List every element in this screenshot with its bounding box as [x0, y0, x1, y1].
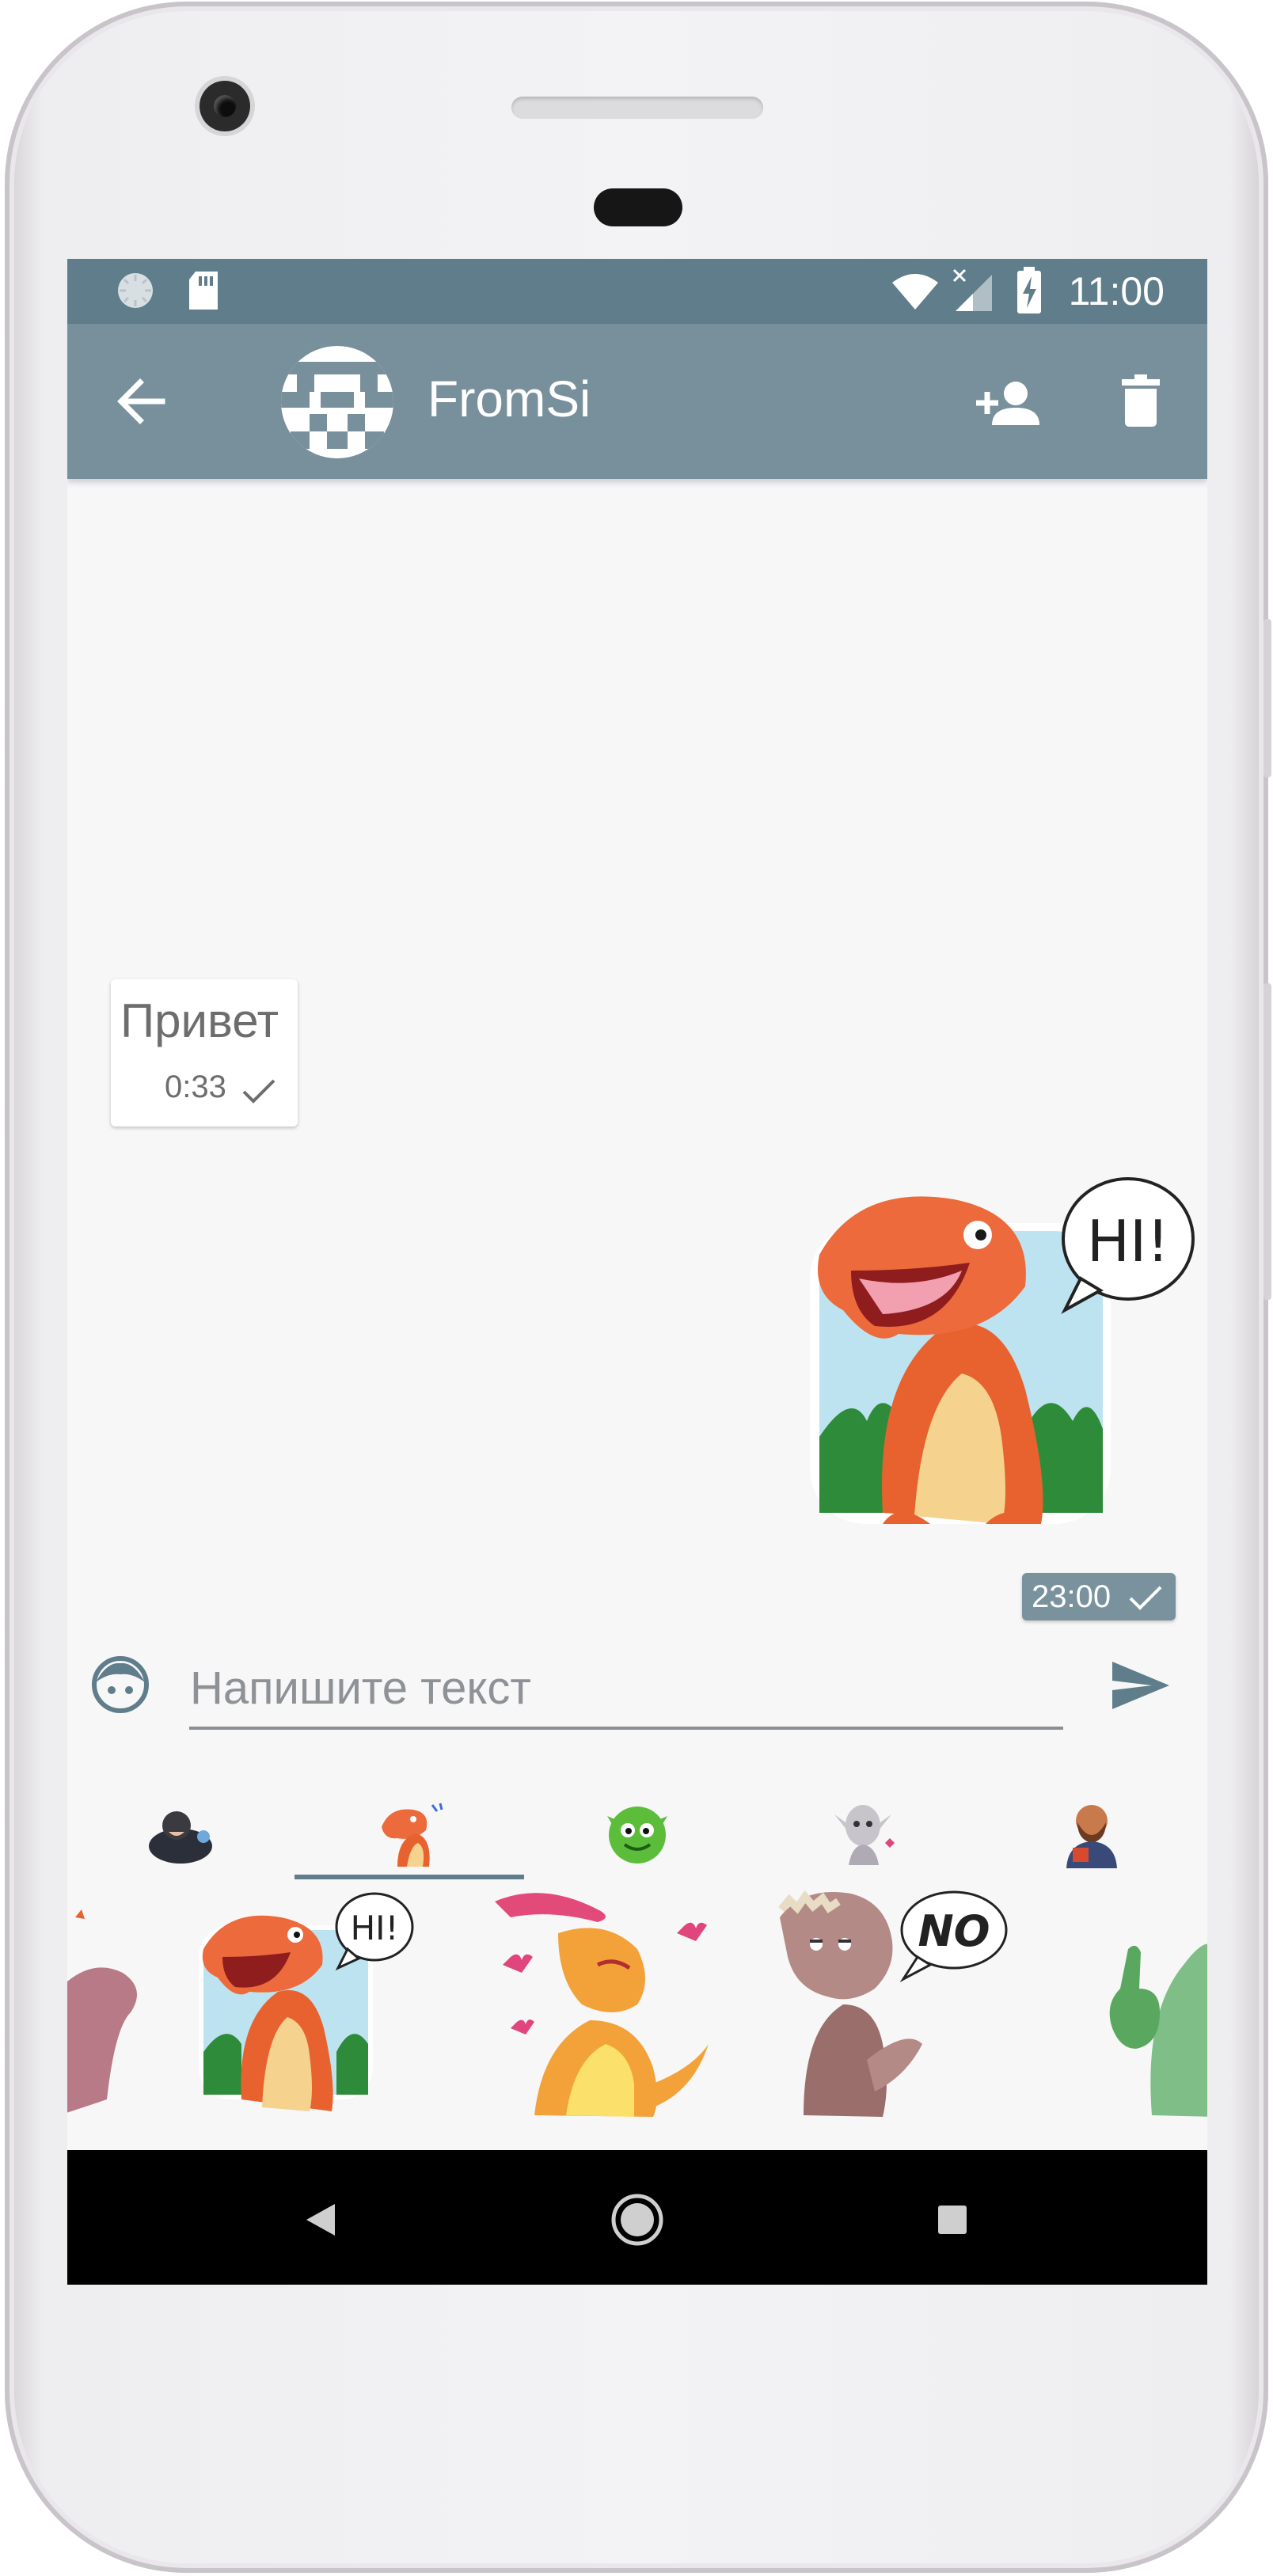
- chat-title: FromSi: [428, 370, 591, 427]
- message-input[interactable]: [190, 1660, 1061, 1715]
- sticker-tab-1[interactable]: [67, 1775, 297, 1878]
- sticker-pack-bearded-man-icon: [1066, 1805, 1117, 1868]
- sticker-tab-2[interactable]: [294, 1775, 524, 1878]
- sticker-caption: HI!: [351, 1909, 399, 1947]
- sticker-pack-dino-icon: [382, 1803, 443, 1867]
- wifi-icon: [892, 274, 938, 310]
- outgoing-time-badge: 23:00: [1022, 1573, 1176, 1620]
- outgoing-dino-hi-sticker[interactable]: HI!: [788, 1152, 1199, 1563]
- read-check-icon: [1129, 1586, 1162, 1610]
- send-icon[interactable]: [1111, 1660, 1171, 1711]
- sticker-pack-dark-character-icon: [149, 1811, 212, 1864]
- sticker-tab-3[interactable]: [522, 1775, 751, 1878]
- back-arrow-icon[interactable]: [116, 378, 165, 425]
- dino-love-sticker[interactable]: [479, 1886, 732, 2123]
- emoji-sticker-toggle-icon[interactable]: [91, 1655, 150, 1714]
- read-check-icon: [242, 1079, 276, 1104]
- phone-frame: 11:00 FromSi Привет 0:33 HI! 23:00 Напиш…: [5, 2, 1271, 2573]
- navigation-bar: [67, 2150, 1207, 2285]
- sticker-tab-4[interactable]: [749, 1775, 978, 1878]
- sd-card-icon: [189, 272, 218, 310]
- sticker-caption: HI!: [1087, 1208, 1169, 1275]
- back-nav-icon[interactable]: [305, 2202, 336, 2237]
- input-underline: [189, 1727, 1063, 1730]
- home-nav-icon[interactable]: [610, 2193, 664, 2247]
- add-contact-icon[interactable]: [976, 379, 1039, 427]
- signal-icon: [952, 268, 992, 311]
- message-text: Привет: [120, 994, 279, 1047]
- dino-partial-sticker[interactable]: [67, 1894, 146, 2131]
- sticker-pack-green-monster-icon: [607, 1807, 667, 1864]
- volume-button: [1264, 619, 1271, 777]
- app-bar: FromSi: [67, 324, 1207, 479]
- sticker-grid: HI! NO: [67, 1886, 1207, 2139]
- status-time: 11:00: [1068, 269, 1165, 313]
- sticker-caption: NO: [918, 1906, 990, 1956]
- earpiece-speaker: [511, 97, 763, 119]
- delete-icon[interactable]: [1120, 374, 1161, 427]
- sticker-pack-elf-icon: [834, 1805, 895, 1865]
- outgoing-message-time: 23:00: [1032, 1579, 1112, 1614]
- sync-icon: [118, 273, 153, 308]
- power-button: [1264, 983, 1271, 1300]
- incoming-message-bubble[interactable]: Привет 0:33: [111, 979, 298, 1127]
- message-time: 0:33: [165, 1070, 226, 1104]
- battery-charging-icon: [1017, 267, 1041, 313]
- dino-hi-sticker[interactable]: HI!: [186, 1886, 416, 2123]
- recents-nav-icon[interactable]: [937, 2204, 968, 2236]
- front-camera: [200, 81, 250, 131]
- dino-thumbs-up-sticker[interactable]: [1089, 1886, 1207, 2123]
- screen: 11:00 FromSi Привет 0:33 HI! 23:00 Напиш…: [67, 259, 1207, 2285]
- status-bar: 11:00: [67, 259, 1207, 324]
- sticker-tab-5[interactable]: [976, 1775, 1206, 1878]
- dino-no-sticker[interactable]: NO: [772, 1886, 1017, 2123]
- selected-tab-indicator: [294, 1875, 524, 1879]
- proximity-sensor: [594, 188, 682, 226]
- avatar[interactable]: [281, 346, 393, 458]
